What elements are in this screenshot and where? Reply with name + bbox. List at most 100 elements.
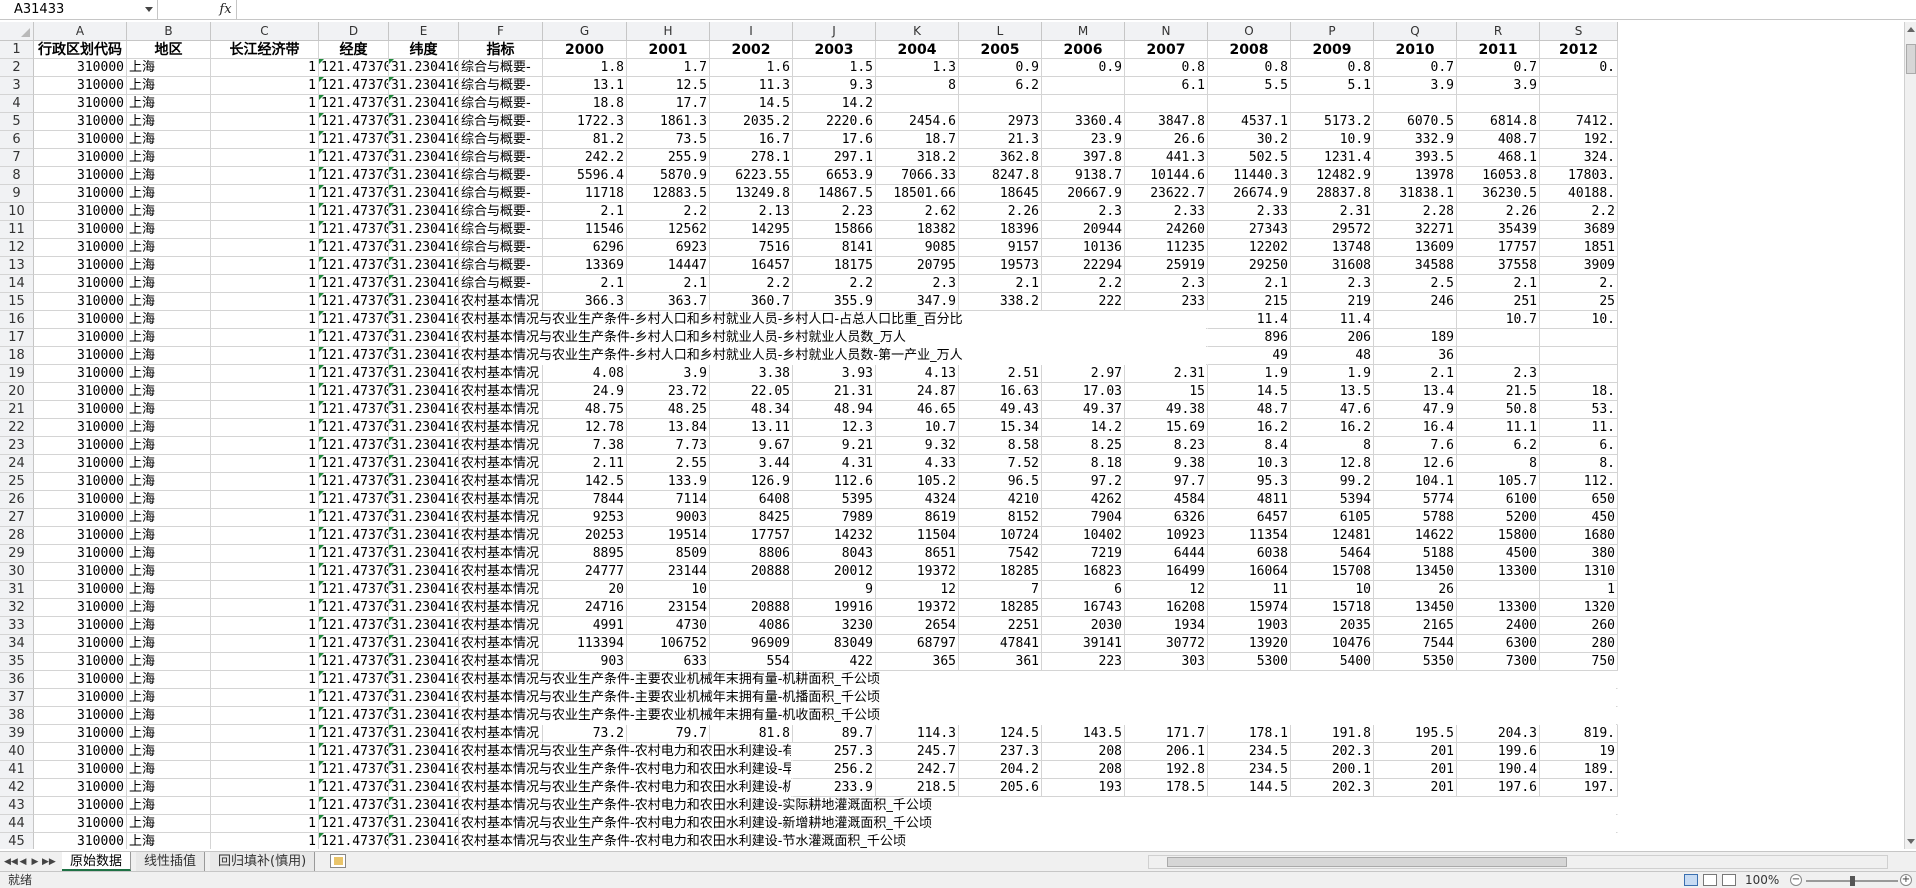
vertical-scroll-thumb[interactable] bbox=[1906, 44, 1916, 74]
column-header-A[interactable]: A bbox=[34, 22, 127, 41]
cell-year-2010[interactable]: 31838.1 bbox=[1374, 185, 1457, 203]
cell-indicator[interactable]: 农村基本情况与农业生产条件-乡村人口和乡村就业人员-乡村人口-占总人口比重_百分… bbox=[459, 311, 1206, 329]
cell-year-2001[interactable]: 1.7 bbox=[627, 59, 710, 77]
row-header[interactable]: 23 bbox=[0, 437, 34, 455]
row-header[interactable]: 17 bbox=[0, 329, 34, 347]
cell-year-2008[interactable]: 16.2 bbox=[1208, 419, 1291, 437]
cell-indicator[interactable]: 综合与概要- bbox=[459, 257, 543, 275]
column-header-R[interactable]: R bbox=[1457, 22, 1540, 41]
cell-latitude[interactable]: 31.230416 bbox=[389, 347, 459, 365]
horizontal-scrollbar[interactable] bbox=[1148, 855, 1888, 869]
cell-year-2005[interactable]: 8152 bbox=[959, 509, 1042, 527]
cell-region[interactable]: 上海 bbox=[127, 509, 211, 527]
cell-longitude[interactable]: 121.473701 bbox=[319, 509, 389, 527]
cell-region[interactable]: 上海 bbox=[127, 131, 211, 149]
cell-year-2012[interactable]: 650 bbox=[1540, 491, 1618, 509]
cell-year-2004[interactable]: 18.7 bbox=[876, 131, 959, 149]
cell-indicator[interactable]: 农村基本情况 bbox=[459, 581, 543, 599]
cell-year-2009[interactable]: 6105 bbox=[1291, 509, 1374, 527]
cell-year-2007[interactable]: 15.69 bbox=[1125, 419, 1208, 437]
cell-region[interactable]: 上海 bbox=[127, 95, 211, 113]
cell-year-2006[interactable]: 7219 bbox=[1042, 545, 1125, 563]
cell-belt[interactable]: 1 bbox=[211, 545, 319, 563]
cell-year-2004[interactable]: 105.2 bbox=[876, 473, 959, 491]
cell-code[interactable]: 310000 bbox=[34, 221, 127, 239]
cell-year-2001[interactable]: 23154 bbox=[627, 599, 710, 617]
cell-year-2000[interactable]: 8895 bbox=[543, 545, 627, 563]
cell-year-2003[interactable]: 6653.9 bbox=[793, 167, 876, 185]
cell-latitude[interactable]: 31.230416 bbox=[389, 257, 459, 275]
cell-code[interactable]: 310000 bbox=[34, 149, 127, 167]
horizontal-scroll-thumb[interactable] bbox=[1167, 857, 1567, 867]
cell-year-2002[interactable]: 360.7 bbox=[710, 293, 793, 311]
cell-year-2005[interactable]: 18396 bbox=[959, 221, 1042, 239]
cell-year-2001[interactable]: 14447 bbox=[627, 257, 710, 275]
cell-year-2012[interactable]: 6. bbox=[1540, 437, 1618, 455]
cell-year-2004[interactable]: 2454.6 bbox=[876, 113, 959, 131]
cell-belt[interactable]: 1 bbox=[211, 455, 319, 473]
cell-year-2010[interactable] bbox=[1374, 95, 1457, 113]
cell-year-2002[interactable]: 20888 bbox=[710, 599, 793, 617]
cell-year-2009[interactable]: 28837.8 bbox=[1291, 185, 1374, 203]
column-header-L[interactable]: L bbox=[959, 22, 1042, 41]
cell-year-2010[interactable]: 201 bbox=[1374, 743, 1457, 761]
cell-belt[interactable]: 1 bbox=[211, 527, 319, 545]
cell-year-2001[interactable]: 255.9 bbox=[627, 149, 710, 167]
cell-year-2011[interactable]: 13300 bbox=[1457, 599, 1540, 617]
row-header[interactable]: 16 bbox=[0, 311, 34, 329]
cell-indicator[interactable]: 综合与概要- bbox=[459, 203, 543, 221]
cell-indicator[interactable]: 农村基本情况与农业生产条件-主要农业机械年末拥有量-机收面积_千公顷 bbox=[459, 707, 1616, 725]
cell-indicator[interactable]: 农村基本情况 bbox=[459, 491, 543, 509]
cell-year-2003[interactable]: 48.94 bbox=[793, 401, 876, 419]
row-header[interactable]: 30 bbox=[0, 563, 34, 581]
cell-year-2012[interactable]: 18. bbox=[1540, 383, 1618, 401]
cell-region[interactable]: 上海 bbox=[127, 293, 211, 311]
cell-year-2004[interactable] bbox=[876, 95, 959, 113]
row-header[interactable]: 27 bbox=[0, 509, 34, 527]
cell-region[interactable]: 上海 bbox=[127, 401, 211, 419]
cell-longitude[interactable]: 121.473701 bbox=[319, 563, 389, 581]
prev-sheet-icon[interactable]: ◀ bbox=[18, 856, 28, 868]
cell-year-2006[interactable] bbox=[1042, 95, 1125, 113]
cell-year-2000[interactable]: 48.75 bbox=[543, 401, 627, 419]
cell-belt[interactable]: 1 bbox=[211, 563, 319, 581]
cell-year-2007[interactable]: 2.33 bbox=[1125, 203, 1208, 221]
cell-year-2002[interactable]: 2035.2 bbox=[710, 113, 793, 131]
cell-code[interactable]: 310000 bbox=[34, 527, 127, 545]
column-title-cell[interactable]: 2007 bbox=[1125, 41, 1208, 59]
cell-latitude[interactable]: 31.230416 bbox=[389, 203, 459, 221]
row-header[interactable]: 14 bbox=[0, 275, 34, 293]
cell-year-2010[interactable]: 2.28 bbox=[1374, 203, 1457, 221]
cell-year-2007[interactable]: 441.3 bbox=[1125, 149, 1208, 167]
cell-indicator[interactable]: 综合与概要- bbox=[459, 167, 543, 185]
cell-year-2009[interactable]: 11.4 bbox=[1291, 311, 1374, 329]
cell-year-2002[interactable]: 8806 bbox=[710, 545, 793, 563]
cell-year-2009[interactable] bbox=[1291, 95, 1374, 113]
cell-year-2007[interactable]: 2.31 bbox=[1125, 365, 1208, 383]
cell-year-2001[interactable]: 106752 bbox=[627, 635, 710, 653]
cell-region[interactable]: 上海 bbox=[127, 581, 211, 599]
row-header[interactable]: 34 bbox=[0, 635, 34, 653]
cell-year-2011[interactable] bbox=[1457, 581, 1540, 599]
row-header[interactable]: 33 bbox=[0, 617, 34, 635]
cell-year-2002[interactable]: 22.05 bbox=[710, 383, 793, 401]
cell-year-2008[interactable]: 10.3 bbox=[1208, 455, 1291, 473]
row-header[interactable]: 24 bbox=[0, 455, 34, 473]
cell-year-2002[interactable]: 2.13 bbox=[710, 203, 793, 221]
column-title-cell[interactable]: 2009 bbox=[1291, 41, 1374, 59]
cell-year-2010[interactable]: 201 bbox=[1374, 761, 1457, 779]
cell-code[interactable]: 310000 bbox=[34, 131, 127, 149]
cell-year-2011[interactable]: 36230.5 bbox=[1457, 185, 1540, 203]
column-title-cell[interactable]: 2008 bbox=[1208, 41, 1291, 59]
cell-year-2009[interactable]: 191.8 bbox=[1291, 725, 1374, 743]
cell-year-2001[interactable]: 23.72 bbox=[627, 383, 710, 401]
cell-year-2004[interactable]: 2.62 bbox=[876, 203, 959, 221]
cell-belt[interactable]: 1 bbox=[211, 437, 319, 455]
cell-region[interactable]: 上海 bbox=[127, 563, 211, 581]
cell-region[interactable]: 上海 bbox=[127, 725, 211, 743]
cell-year-2010[interactable]: 13.4 bbox=[1374, 383, 1457, 401]
cell-year-2001[interactable]: 10 bbox=[627, 581, 710, 599]
cell-year-2011[interactable]: 190.4 bbox=[1457, 761, 1540, 779]
cell-belt[interactable]: 1 bbox=[211, 653, 319, 671]
cell-belt[interactable]: 1 bbox=[211, 509, 319, 527]
